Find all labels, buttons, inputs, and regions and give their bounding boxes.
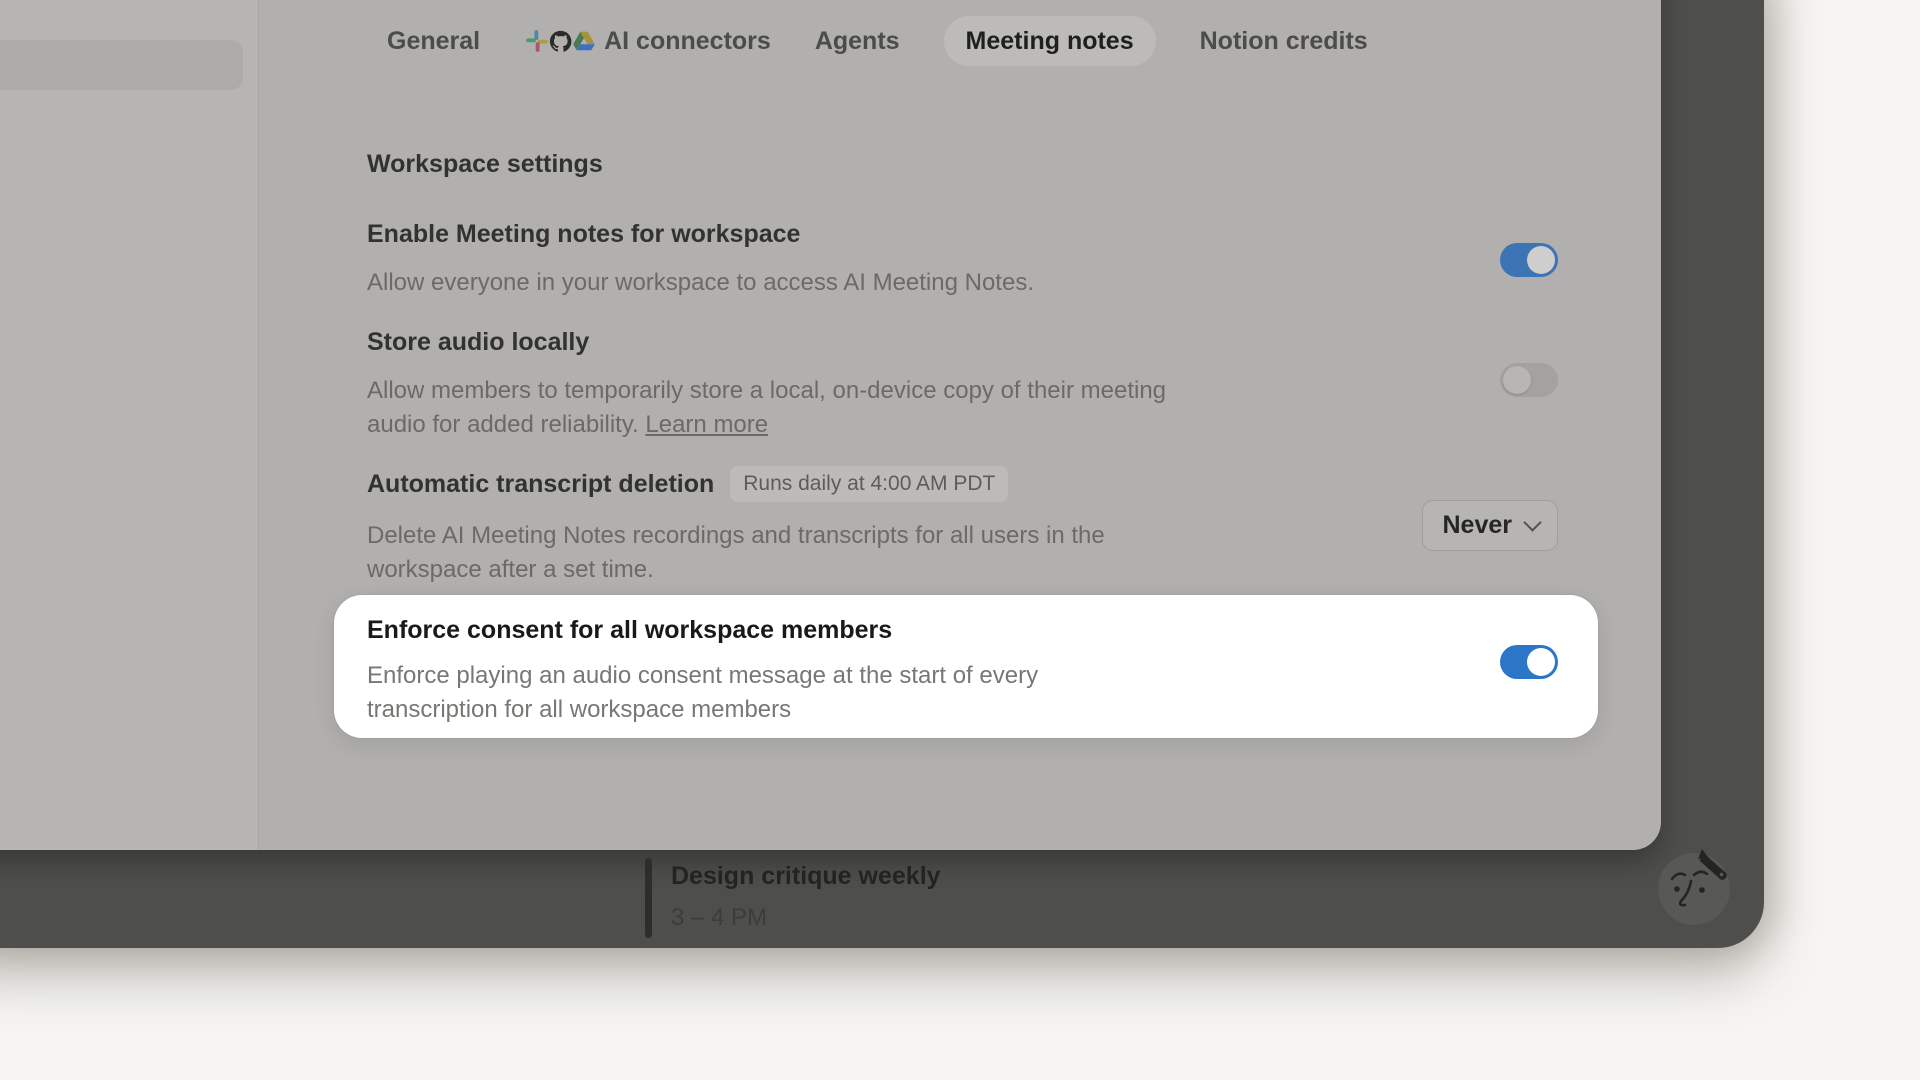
enforce-consent-toggle[interactable] bbox=[1500, 645, 1558, 679]
setting-title: Enforce consent for all workspace member… bbox=[367, 616, 1598, 645]
setting-row-enable-meeting-notes: Enable Meeting notes for workspace Allow… bbox=[367, 220, 1558, 300]
setting-description: Delete AI Meeting Notes recordings and t… bbox=[367, 519, 1367, 587]
setting-description: Allow everyone in your workspace to acce… bbox=[367, 266, 1367, 300]
dropdown-value: Never bbox=[1443, 511, 1513, 540]
setting-row-transcript-deletion: Automatic transcript deletion Runs daily… bbox=[367, 466, 1558, 587]
google-drive-icon bbox=[571, 28, 597, 54]
chevron-down-icon bbox=[1523, 513, 1541, 531]
setting-description: Enforce playing an audio consent message… bbox=[367, 659, 1367, 727]
learn-more-link[interactable]: Learn more bbox=[645, 411, 768, 438]
setting-title: Automatic transcript deletion bbox=[367, 470, 714, 499]
sidebar-selected-item[interactable] bbox=[0, 40, 243, 90]
setting-title: Store audio locally bbox=[367, 328, 1558, 357]
store-audio-toggle[interactable] bbox=[1500, 363, 1558, 397]
tab-notion-credits[interactable]: Notion credits bbox=[1200, 16, 1368, 66]
setting-row-enforce-consent-spotlight: Enforce consent for all workspace member… bbox=[334, 595, 1598, 738]
section-heading: Workspace settings bbox=[367, 150, 603, 179]
github-icon bbox=[547, 28, 574, 55]
calendar-event-title[interactable]: Design critique weekly bbox=[671, 862, 941, 891]
tab-meeting-notes[interactable]: Meeting notes bbox=[944, 16, 1156, 66]
connector-icons bbox=[524, 28, 594, 55]
schedule-badge: Runs daily at 4:00 AM PDT bbox=[730, 466, 1008, 502]
enable-meeting-notes-toggle[interactable] bbox=[1500, 243, 1558, 277]
toggle-knob bbox=[1527, 246, 1555, 274]
ai-face-pencil-icon bbox=[1652, 843, 1746, 929]
calendar-event-color-bar bbox=[645, 858, 652, 938]
calendar-event-time: 3 – 4 PM bbox=[671, 904, 767, 932]
toggle-knob bbox=[1503, 366, 1531, 394]
setting-title: Enable Meeting notes for workspace bbox=[367, 220, 1558, 249]
tab-agents[interactable]: Agents bbox=[815, 16, 900, 66]
setting-row-store-audio: Store audio locally Allow members to tem… bbox=[367, 328, 1558, 442]
tab-ai-connectors[interactable]: AI connectors bbox=[524, 16, 771, 66]
settings-tab-bar: General AI connectors Agents Meeting not… bbox=[387, 15, 1368, 67]
tab-general[interactable]: General bbox=[387, 16, 480, 66]
toggle-knob bbox=[1527, 648, 1555, 676]
deletion-period-dropdown[interactable]: Never bbox=[1422, 500, 1559, 551]
tab-ai-connectors-label: AI connectors bbox=[604, 27, 771, 56]
setting-description: Allow members to temporarily store a loc… bbox=[367, 374, 1367, 442]
settings-sidebar bbox=[0, 0, 259, 850]
notion-ai-button[interactable] bbox=[1652, 843, 1746, 929]
